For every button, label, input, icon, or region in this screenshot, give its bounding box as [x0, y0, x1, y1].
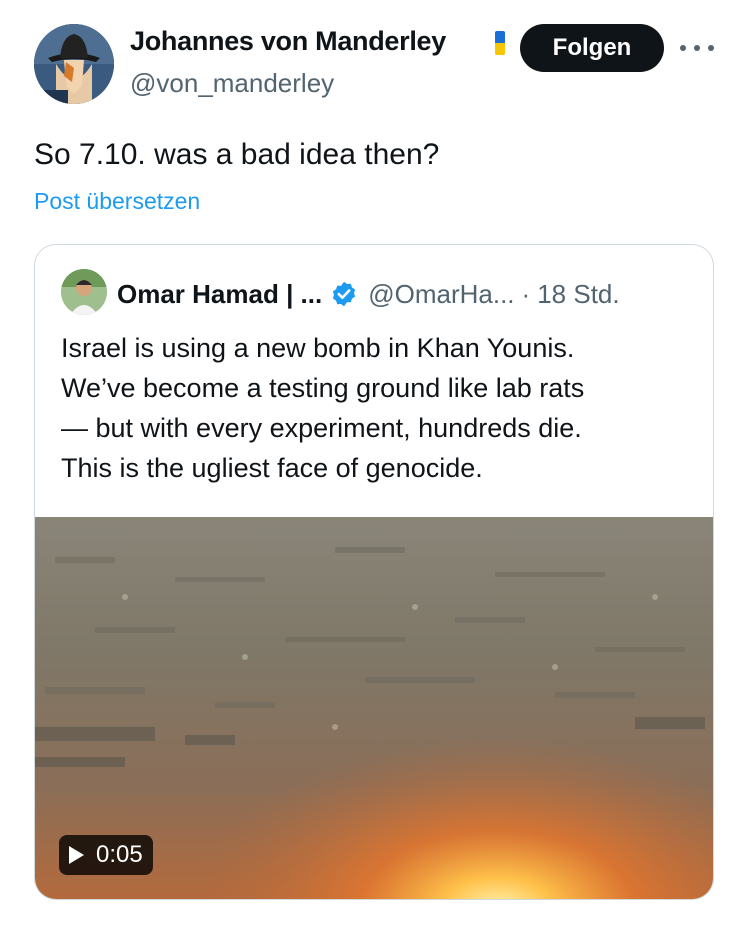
author-display-name[interactable]: Johannes von Manderley — [130, 26, 446, 57]
quoted-text-line: We’ve become a testing ground like lab r… — [61, 373, 585, 403]
quoted-text-line: — but with every experiment, hundreds di… — [61, 413, 582, 443]
quoted-post-timestamp[interactable]: 18 Std. — [537, 279, 619, 310]
quoted-author-name[interactable]: Omar Hamad | ... — [117, 279, 322, 310]
svg-text:ציונ: ציונ — [38, 94, 48, 102]
header-separator: · — [521, 278, 531, 309]
quoted-post-header: Omar Hamad | ... @OmarHa... · 18 Std. — [117, 275, 620, 313]
video-duration: 0:05 — [96, 841, 143, 868]
video-player[interactable]: 0:05 — [35, 517, 713, 899]
fedora-portrait-avatar: ציונ — [34, 24, 114, 104]
play-icon[interactable] — [69, 846, 84, 864]
quoted-post-text: Israel is using a new bomb in Khan Youni… — [61, 328, 701, 488]
author-avatar[interactable]: ציונ — [34, 24, 114, 104]
quoted-post-card[interactable]: Omar Hamad | ... @OmarHa... · 18 Std. Is… — [34, 244, 714, 900]
verified-badge-icon — [333, 281, 356, 307]
quoted-text-line: Israel is using a new bomb in Khan Youni… — [61, 333, 575, 363]
post-text: So 7.10. was a bad idea then? — [34, 138, 440, 171]
more-horizontal-icon[interactable] — [680, 36, 714, 60]
author-handle[interactable]: @von_manderley — [130, 68, 334, 99]
ukraine-flag-icon — [495, 31, 505, 55]
quoted-text-line: This is the ugliest face of genocide. — [61, 453, 483, 483]
quoted-author-avatar — [61, 269, 107, 315]
video-duration-badge[interactable]: 0:05 — [59, 835, 153, 875]
follow-button[interactable]: Folgen — [520, 24, 664, 72]
translate-post-link[interactable]: Post übersetzen — [34, 188, 200, 215]
quoted-author-handle[interactable]: @OmarHa... — [368, 279, 514, 310]
